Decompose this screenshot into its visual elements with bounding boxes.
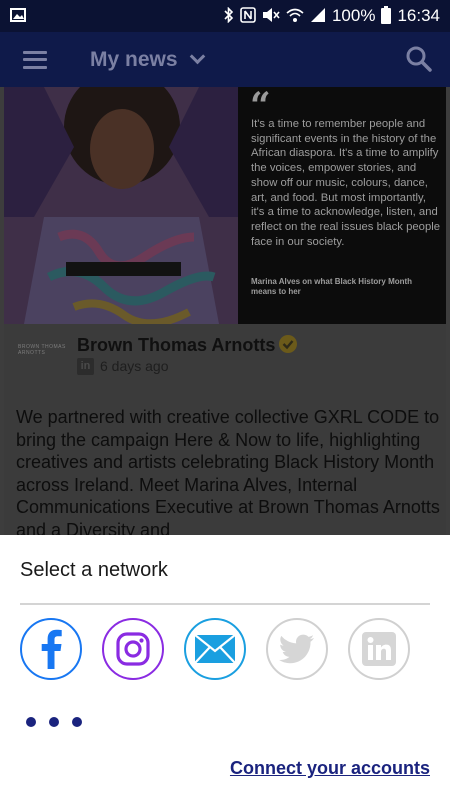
- linkedin-icon: [362, 632, 396, 666]
- signal-icon: [310, 7, 326, 26]
- clock: 16:34: [397, 6, 440, 25]
- page-title: My news: [90, 47, 178, 71]
- status-bar: 100% 16:34: [0, 0, 450, 32]
- twitter-button[interactable]: [266, 618, 328, 680]
- sheet-title: Select a network: [20, 559, 168, 581]
- search-icon: [406, 46, 432, 72]
- dot-icon: [49, 717, 59, 727]
- linkedin-button[interactable]: [348, 618, 410, 680]
- quote-attribution: Marina Alves on what Black History Month…: [251, 277, 413, 296]
- share-sheet: Select a network Connect your accounts: [0, 535, 450, 800]
- quote-text: It's a time to remember people and signi…: [251, 118, 441, 248]
- hamburger-icon: [23, 50, 47, 69]
- linkedin-badge-icon: in: [77, 358, 94, 375]
- post-image[interactable]: “ It's a time to remember people and sig…: [4, 87, 446, 324]
- verified-badge-icon: [278, 334, 298, 354]
- news-feed: “ It's a time to remember people and sig…: [0, 87, 450, 535]
- post-card[interactable]: BROWN THOMAS ARNOTTS Brown Thomas Arnott…: [4, 324, 446, 535]
- feed-selector[interactable]: My news: [90, 47, 205, 72]
- wifi-icon: [286, 7, 304, 26]
- battery-icon: [381, 5, 392, 27]
- email-button[interactable]: [184, 618, 246, 680]
- instagram-button[interactable]: [102, 618, 164, 680]
- facebook-icon: [41, 629, 62, 669]
- mute-icon: [262, 7, 280, 26]
- author-logo: BROWN THOMAS ARNOTTS: [18, 344, 66, 356]
- chevron-down-icon: [189, 48, 205, 65]
- instagram-icon: [116, 632, 150, 666]
- quote-panel: “ It's a time to remember people and sig…: [238, 87, 446, 324]
- divider: [20, 603, 430, 605]
- app-bar: My news: [0, 32, 450, 87]
- more-networks-button[interactable]: [26, 717, 82, 727]
- post-time: 6 days ago: [100, 358, 169, 374]
- battery-percent: 100%: [331, 6, 376, 25]
- nfc-icon: [240, 6, 256, 26]
- dot-icon: [72, 717, 82, 727]
- menu-button[interactable]: [0, 32, 70, 87]
- facebook-button[interactable]: [20, 618, 82, 680]
- search-button[interactable]: [406, 46, 432, 72]
- image-icon: [10, 7, 26, 25]
- connect-accounts-link[interactable]: Connect your accounts: [230, 758, 430, 779]
- twitter-icon: [279, 634, 314, 664]
- mail-icon: [195, 635, 235, 663]
- dot-icon: [26, 717, 36, 727]
- post-photo: [4, 87, 238, 324]
- post-text: We partnered with creative collective GX…: [16, 407, 440, 535]
- author-name: Brown Thomas Arnotts: [77, 335, 276, 355]
- bluetooth-icon: [224, 6, 234, 26]
